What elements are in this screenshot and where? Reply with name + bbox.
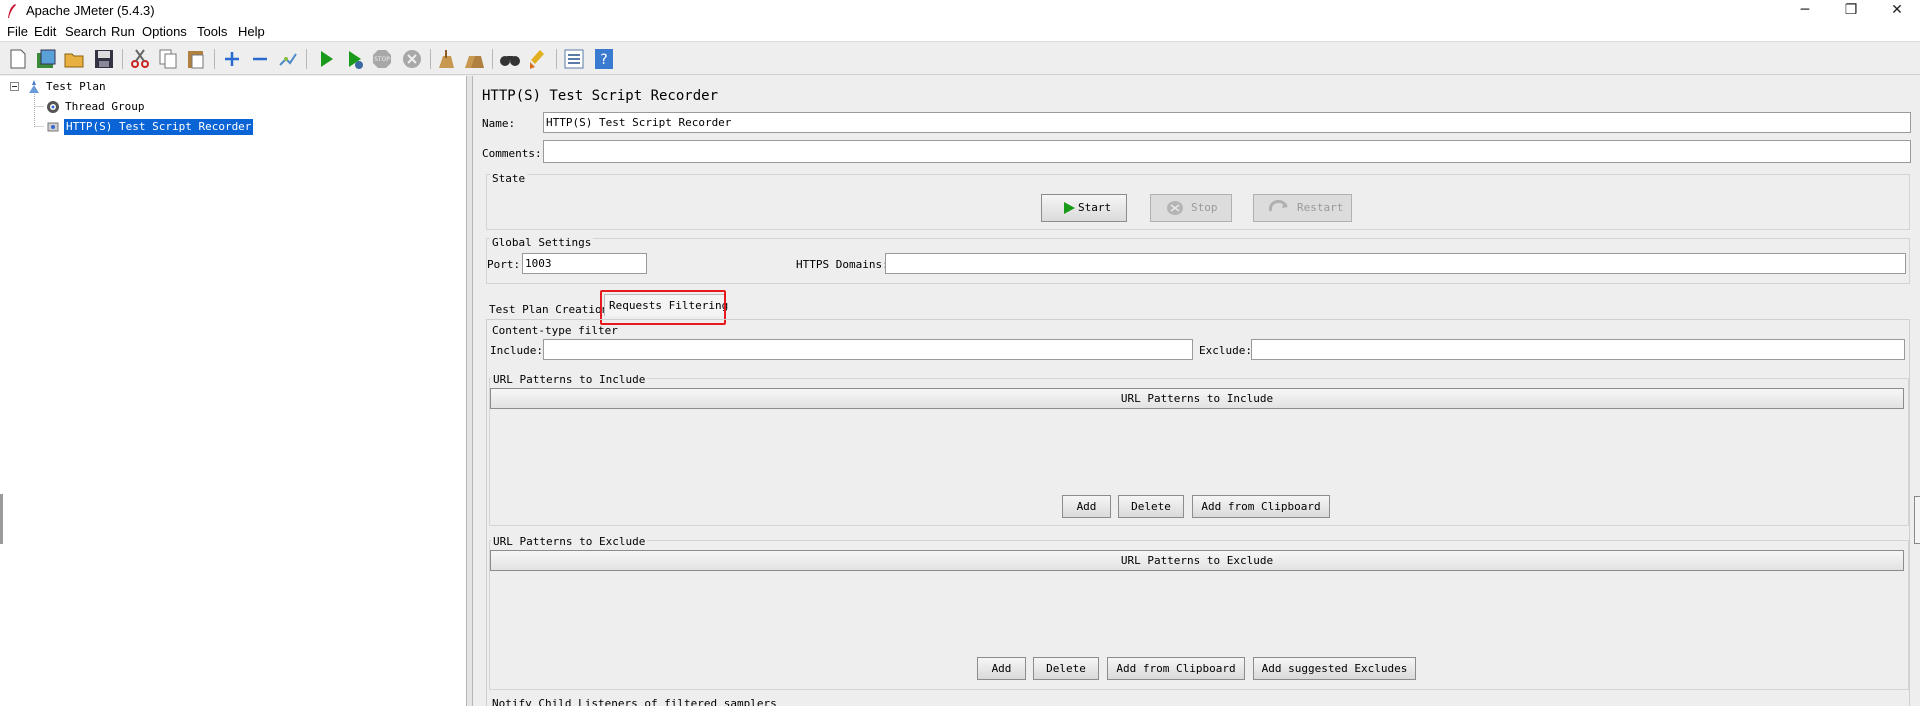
menu-edit[interactable]: Edit xyxy=(34,24,56,39)
include-add-from-clipboard-button[interactable]: Add from Clipboard xyxy=(1192,495,1330,518)
comments-field[interactable] xyxy=(543,140,1911,163)
jmeter-feather-icon xyxy=(8,4,16,18)
port-label: Port: xyxy=(487,258,521,271)
window-title: Apache JMeter (5.4.3) xyxy=(26,3,155,18)
stop-icon[interactable]: STOP xyxy=(370,47,394,71)
title-bar: Apache JMeter (5.4.3) ─ ❐ ✕ xyxy=(0,0,1920,22)
thread-group-gear-icon xyxy=(47,101,59,113)
new-icon[interactable] xyxy=(6,47,30,71)
start-icon[interactable] xyxy=(314,47,338,71)
global-settings-legend: Global Settings xyxy=(490,236,594,249)
expand-icon[interactable] xyxy=(220,47,244,71)
svg-text:?: ? xyxy=(600,52,607,68)
cut-icon[interactable] xyxy=(128,47,152,71)
right-edge-scroll-handle[interactable] xyxy=(1914,496,1920,544)
start-label: Start xyxy=(1078,201,1112,214)
stop-icon-small xyxy=(1167,201,1183,215)
recorder-icon xyxy=(47,122,59,132)
close-button[interactable]: ✕ xyxy=(1874,0,1920,22)
restart-icon xyxy=(1269,200,1288,212)
restart-button[interactable]: Restart xyxy=(1253,194,1352,222)
https-domains-field[interactable] xyxy=(885,253,1906,274)
panel-title: HTTP(S) Test Script Recorder xyxy=(482,88,719,104)
test-plan-icon xyxy=(29,80,39,93)
exclude-add-from-clipboard-button[interactable]: Add from Clipboard xyxy=(1107,657,1245,680)
menu-options[interactable]: Options xyxy=(142,24,187,39)
tree-node-thread-group[interactable]: Thread Group xyxy=(65,99,144,115)
minimize-button[interactable]: ─ xyxy=(1782,0,1828,22)
recorder-panel: HTTP(S) Test Script Recorder Name: HTTP(… xyxy=(474,76,1920,706)
toggle-icon[interactable] xyxy=(276,47,300,71)
function-helper-icon[interactable] xyxy=(562,47,586,71)
tree-node-test-plan[interactable]: Test Plan xyxy=(46,79,106,95)
restore-button[interactable]: ❐ xyxy=(1828,0,1874,22)
exclude-delete-button[interactable]: Delete xyxy=(1033,657,1099,680)
clear-icon[interactable] xyxy=(434,47,458,71)
svg-text:STOP: STOP xyxy=(374,56,390,63)
shutdown-icon[interactable] xyxy=(400,47,424,71)
include-add-button[interactable]: Add xyxy=(1062,495,1111,518)
comments-label: Comments: xyxy=(482,147,542,160)
content-type-legend: Content-type filter xyxy=(492,324,618,337)
state-legend: State xyxy=(490,172,528,185)
test-plan-tree[interactable]: Test Plan Thread Group HTTP(S) Test Scri… xyxy=(0,76,467,706)
exclude-label: Exclude: xyxy=(1199,344,1252,357)
stop-button[interactable]: Stop xyxy=(1150,194,1232,222)
stop-label: Stop xyxy=(1191,201,1218,214)
reset-search-icon[interactable] xyxy=(526,47,550,71)
clear-all-icon[interactable] xyxy=(462,47,486,71)
toolbar: STOP ? xyxy=(0,43,1920,75)
open-icon[interactable] xyxy=(62,47,86,71)
restart-label: Restart xyxy=(1297,201,1344,214)
include-field[interactable] xyxy=(543,339,1193,360)
exclude-patterns-legend: URL Patterns to Exclude xyxy=(491,535,648,548)
menu-run[interactable]: Run xyxy=(111,24,135,39)
include-patterns-legend: URL Patterns to Include xyxy=(491,373,648,386)
include-label: Include: xyxy=(490,344,543,357)
port-field[interactable]: 1003 xyxy=(522,253,647,274)
name-field[interactable]: HTTP(S) Test Script Recorder xyxy=(543,112,1911,133)
menu-search[interactable]: Search xyxy=(65,24,106,39)
include-patterns-column-header[interactable]: URL Patterns to Include xyxy=(490,388,1904,409)
start-button[interactable]: Start xyxy=(1041,194,1127,222)
copy-icon[interactable] xyxy=(156,47,180,71)
paste-icon[interactable] xyxy=(184,47,208,71)
https-domains-label: HTTPS Domains: xyxy=(796,258,889,271)
exclude-field[interactable] xyxy=(1251,339,1905,360)
include-delete-button[interactable]: Delete xyxy=(1118,495,1184,518)
menu-bar: File Edit Search Run Options Tools Help xyxy=(0,22,1920,42)
templates-icon[interactable] xyxy=(34,47,58,71)
search-icon[interactable] xyxy=(498,47,522,71)
tree-node-recorder[interactable]: HTTP(S) Test Script Recorder xyxy=(64,119,254,135)
notify-listeners-legend: Notify Child Listeners of filtered sampl… xyxy=(492,697,777,706)
collapse-icon[interactable] xyxy=(248,47,272,71)
menu-tools[interactable]: Tools xyxy=(197,24,227,39)
pane-splitter[interactable] xyxy=(467,76,473,706)
start-no-pauses-icon[interactable] xyxy=(342,47,366,71)
save-icon[interactable] xyxy=(92,47,116,71)
start-play-icon xyxy=(1064,202,1075,214)
exclude-add-button[interactable]: Add xyxy=(977,657,1026,680)
menu-help[interactable]: Help xyxy=(238,24,265,39)
name-label: Name: xyxy=(482,117,516,130)
menu-file[interactable]: File xyxy=(7,24,28,39)
add-suggested-excludes-button[interactable]: Add suggested Excludes xyxy=(1253,657,1416,680)
help-icon[interactable]: ? xyxy=(592,47,616,71)
exclude-patterns-column-header[interactable]: URL Patterns to Exclude xyxy=(490,550,1904,571)
left-edge-handle xyxy=(0,494,3,544)
tab-test-plan-creation[interactable]: Test Plan Creation xyxy=(489,302,608,318)
